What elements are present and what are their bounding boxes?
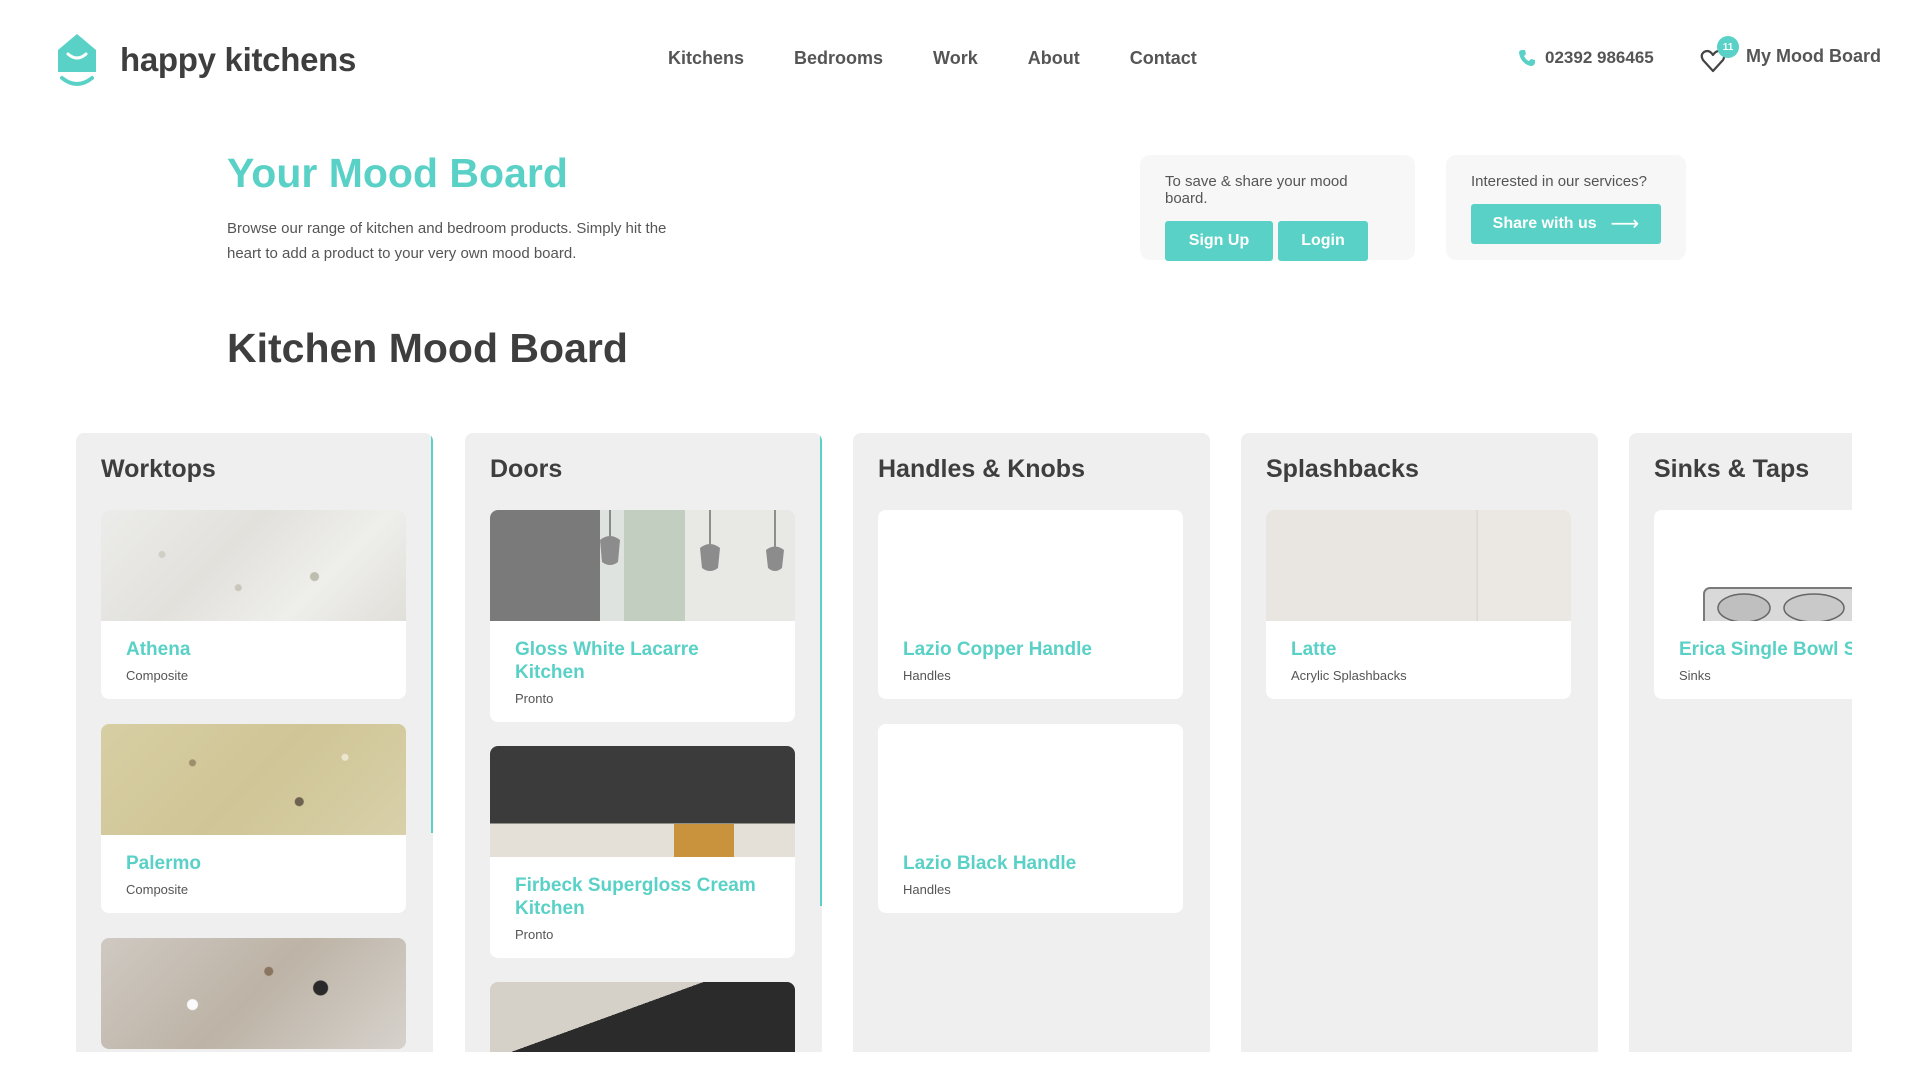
page-title: Your Mood Board <box>227 150 568 196</box>
product-category: Pronto <box>515 927 554 942</box>
column-handles-knobs: Handles & Knobs Lazio Copper Handle Hand… <box>853 433 1210 1052</box>
product-category: Composite <box>126 882 189 897</box>
column-worktops: Worktops Athena Composite Palermo Compos… <box>76 433 433 1052</box>
my-mood-board-link[interactable]: 11 My Mood Board <box>1700 36 1881 73</box>
brand-name: happy kitchens <box>120 41 357 78</box>
phone-link[interactable]: 02392 986465 <box>1517 48 1654 68</box>
product-name[interactable]: Latte <box>1291 638 1546 661</box>
product-category: Sinks <box>1679 668 1711 683</box>
nav-about[interactable]: About <box>1028 48 1080 69</box>
services-panel: Interested in our services? Share with u… <box>1446 155 1686 260</box>
site-header: happy kitchens Kitchens Bedrooms Work Ab… <box>0 0 1919 118</box>
column-title: Sinks & Taps <box>1654 455 1810 483</box>
phone-number: 02392 986465 <box>1545 48 1654 67</box>
product-image <box>101 510 406 621</box>
main-nav: Kitchens Bedrooms Work About Contact <box>668 48 1247 69</box>
my-mood-board-label: My Mood Board <box>1746 45 1881 66</box>
product-image <box>1266 510 1571 621</box>
product-card[interactable]: Gloss White Lacarre Kitchen Pronto <box>490 510 795 722</box>
nav-kitchens[interactable]: Kitchens <box>668 48 744 69</box>
arrow-right-icon: ⟶ <box>1610 213 1640 235</box>
sign-up-button[interactable]: Sign Up <box>1165 221 1273 261</box>
product-image <box>1654 510 1852 621</box>
column-title: Doors <box>490 455 563 483</box>
product-card[interactable] <box>490 982 795 1052</box>
column-scrollbar[interactable] <box>820 433 822 906</box>
product-name[interactable]: Athena <box>126 638 381 661</box>
product-image <box>878 724 1183 835</box>
product-name[interactable]: Lazio Copper Handle <box>903 638 1158 661</box>
product-image <box>878 510 1183 621</box>
product-card[interactable]: Lazio Black Handle Handles <box>878 724 1183 913</box>
product-card[interactable]: Latte Acrylic Splashbacks <box>1266 510 1571 699</box>
phone-icon <box>1519 50 1535 66</box>
column-sinks-taps: Sinks & Taps Erica Single Bowl Si Sinks <box>1629 433 1852 1052</box>
product-category: Composite <box>126 668 189 683</box>
column-scrollbar[interactable] <box>431 433 433 833</box>
house-smile-icon <box>54 30 100 90</box>
column-title: Splashbacks <box>1266 455 1419 483</box>
product-category: Pronto <box>515 691 554 706</box>
product-card[interactable]: Erica Single Bowl Si Sinks <box>1654 510 1852 699</box>
product-category: Handles <box>903 882 951 897</box>
save-share-text: To save & share your mood board. <box>1165 173 1348 207</box>
nav-contact[interactable]: Contact <box>1130 48 1197 69</box>
product-image <box>101 938 406 1049</box>
share-with-us-button[interactable]: Share with us ⟶ <box>1471 204 1661 244</box>
product-card[interactable] <box>101 938 406 1049</box>
nav-bedrooms[interactable]: Bedrooms <box>794 48 883 69</box>
column-title: Worktops <box>101 455 216 483</box>
product-category: Handles <box>903 668 951 683</box>
logo[interactable]: happy kitchens <box>54 30 356 90</box>
board-title: Kitchen Mood Board <box>227 325 628 371</box>
product-card[interactable]: Athena Composite <box>101 510 406 699</box>
product-name[interactable]: Erica Single Bowl Si <box>1679 638 1852 661</box>
product-category: Acrylic Splashbacks <box>1291 668 1407 683</box>
nav-work[interactable]: Work <box>933 48 978 69</box>
product-image <box>490 510 795 621</box>
product-image <box>490 982 795 1052</box>
product-image <box>101 724 406 835</box>
mood-board-count-badge: 11 <box>1717 36 1739 58</box>
product-name[interactable]: Gloss White Lacarre Kitchen <box>515 638 770 684</box>
mood-board: Worktops Athena Composite Palermo Compos… <box>76 433 1852 1052</box>
product-card[interactable]: Palermo Composite <box>101 724 406 913</box>
product-card[interactable]: Lazio Copper Handle Handles <box>878 510 1183 699</box>
save-share-panel: To save & share your mood board. Sign Up… <box>1140 155 1415 261</box>
product-name[interactable]: Palermo <box>126 852 381 875</box>
column-title: Handles & Knobs <box>878 455 1085 483</box>
product-image <box>490 746 795 857</box>
share-with-us-label: Share with us <box>1492 215 1597 232</box>
column-doors: Doors Gloss White Lacarre Kitchen Pronto <box>465 433 822 1052</box>
login-button[interactable]: Login <box>1278 221 1368 261</box>
intro-text: Browse our range of kitchen and bedroom … <box>227 220 667 262</box>
column-splashbacks: Splashbacks Latte Acrylic Splashbacks <box>1241 433 1598 1052</box>
services-text: Interested in our services? <box>1471 173 1647 190</box>
product-name[interactable]: Firbeck Supergloss Cream Kitchen <box>515 874 770 920</box>
product-name[interactable]: Lazio Black Handle <box>903 852 1158 875</box>
product-card[interactable]: Firbeck Supergloss Cream Kitchen Pronto <box>490 746 795 958</box>
